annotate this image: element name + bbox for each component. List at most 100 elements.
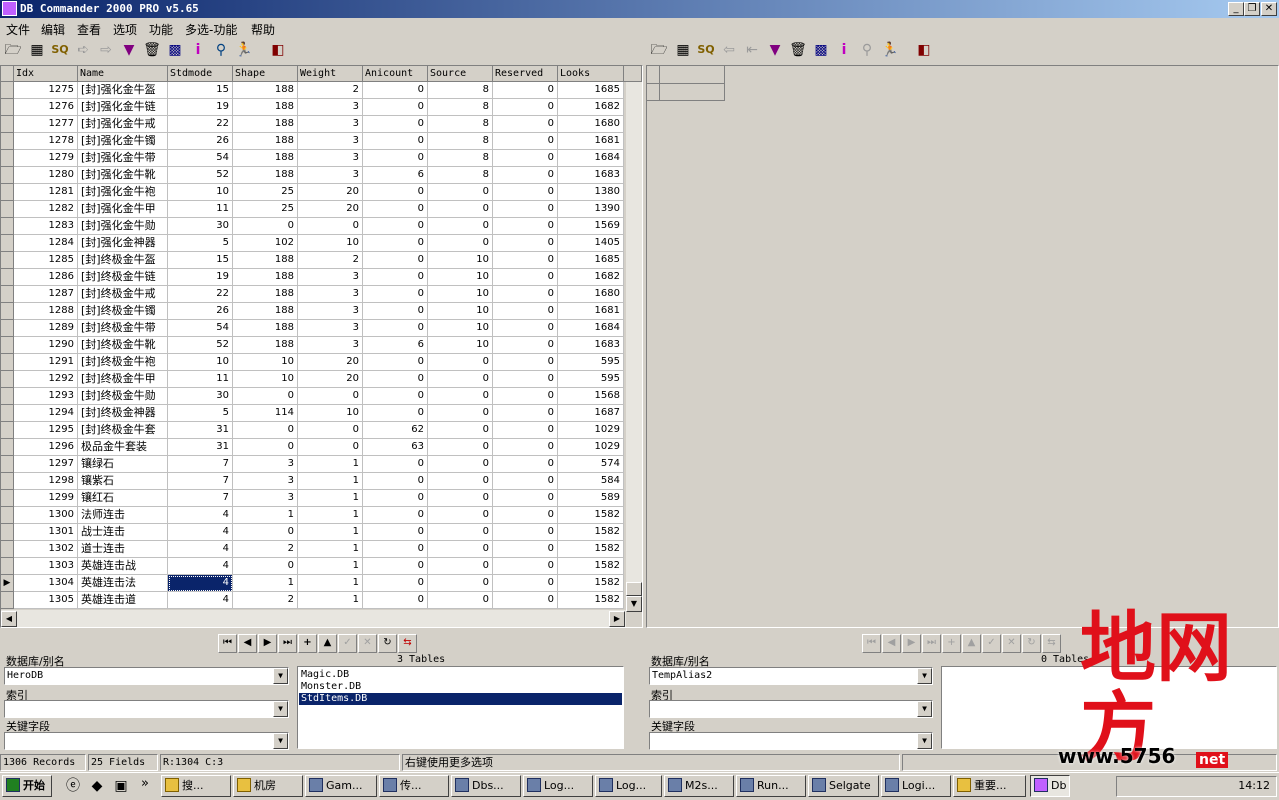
start-button[interactable]: 开始 xyxy=(2,775,52,797)
cell-name[interactable]: 镶绿石 xyxy=(78,456,168,473)
prior-record-button[interactable]: ◀ xyxy=(238,634,257,653)
cell-weight[interactable]: 3 xyxy=(298,116,363,133)
cell-source[interactable]: 0 xyxy=(428,575,493,592)
cell-reserved[interactable]: 0 xyxy=(493,456,558,473)
cell-idx[interactable]: 1305 xyxy=(14,592,78,609)
cell-anicount[interactable]: 63 xyxy=(363,439,428,456)
cell-weight[interactable]: 3 xyxy=(298,133,363,150)
task-button[interactable]: Log... xyxy=(595,775,662,797)
menu-multi-functions[interactable]: 多选-功能 xyxy=(185,21,237,38)
quicklaunch-icon[interactable]: ◆ xyxy=(88,776,106,796)
cell-looks[interactable]: 1685 xyxy=(558,252,624,269)
right-index-select[interactable]: ▼ xyxy=(649,700,933,718)
sql-icon-right[interactable]: SQ xyxy=(697,40,715,60)
col-header-name[interactable]: Name xyxy=(78,66,168,82)
cell-looks[interactable]: 1582 xyxy=(558,507,624,524)
col-header-shape[interactable]: Shape xyxy=(233,66,298,82)
row-indicator[interactable] xyxy=(1,99,14,116)
table-row[interactable]: 1297 镶绿石 7 3 1 0 0 0 574 xyxy=(1,456,624,473)
cell-reserved[interactable]: 0 xyxy=(493,218,558,235)
table-row[interactable]: 1295 [封]终极金牛套 31 0 0 62 0 0 1029 xyxy=(1,422,624,439)
col-header-reserved[interactable]: Reserved xyxy=(493,66,558,82)
cell-name[interactable]: [封]强化金牛靴 xyxy=(78,167,168,184)
cell-weight[interactable]: 0 xyxy=(298,388,363,405)
table-icon[interactable]: ▦ xyxy=(28,40,46,60)
table-row[interactable]: 1277 [封]强化金牛戒 22 188 3 0 8 0 1680 xyxy=(1,116,624,133)
cell-stdmode[interactable]: 31 xyxy=(168,439,233,456)
cell-weight[interactable]: 10 xyxy=(298,235,363,252)
cell-source[interactable]: 10 xyxy=(428,320,493,337)
cell-source[interactable]: 0 xyxy=(428,558,493,575)
right-filter-nav-button[interactable]: ⇆ xyxy=(1042,634,1061,653)
cell-shape[interactable]: 3 xyxy=(233,456,298,473)
cell-idx[interactable]: 1285 xyxy=(14,252,78,269)
row-indicator[interactable] xyxy=(1,558,14,575)
scroll-left-button[interactable]: ◀ xyxy=(1,611,17,627)
cell-anicount[interactable]: 0 xyxy=(363,116,428,133)
right-refresh-button[interactable]: ↻ xyxy=(1022,634,1041,653)
trash-icon[interactable]: 🗑 xyxy=(143,40,161,60)
cell-idx[interactable]: 1294 xyxy=(14,405,78,422)
cell-weight[interactable]: 20 xyxy=(298,371,363,388)
cell-anicount[interactable]: 0 xyxy=(363,541,428,558)
cell-reserved[interactable]: 0 xyxy=(493,337,558,354)
menu-functions[interactable]: 功能 xyxy=(149,21,173,38)
cell-name[interactable]: [封]终极金牛镯 xyxy=(78,303,168,320)
cell-source[interactable]: 8 xyxy=(428,167,493,184)
cell-weight[interactable]: 1 xyxy=(298,592,363,609)
table-row[interactable]: 1278 [封]强化金牛镯 26 188 3 0 8 0 1681 xyxy=(1,133,624,150)
search-icon[interactable]: ⚲ xyxy=(212,40,230,60)
cell-reserved[interactable]: 0 xyxy=(493,439,558,456)
cell-source[interactable]: 0 xyxy=(428,541,493,558)
row-indicator[interactable] xyxy=(1,456,14,473)
right-data-grid[interactable] xyxy=(646,65,1279,628)
table-row[interactable]: 1303 英雄连击战 4 0 1 0 0 0 1582 xyxy=(1,558,624,575)
cell-stdmode[interactable]: 15 xyxy=(168,252,233,269)
right-last-record-button[interactable]: ⏭ xyxy=(922,634,941,653)
right-delete-button[interactable]: ▲ xyxy=(962,634,981,653)
cell-reserved[interactable]: 0 xyxy=(493,99,558,116)
cell-reserved[interactable]: 0 xyxy=(493,405,558,422)
cell-stdmode[interactable]: 5 xyxy=(168,235,233,252)
row-indicator[interactable] xyxy=(1,507,14,524)
cell-anicount[interactable]: 0 xyxy=(363,286,428,303)
cell-idx[interactable]: 1277 xyxy=(14,116,78,133)
cell-name[interactable]: [封]强化金牛链 xyxy=(78,99,168,116)
cell-looks[interactable]: 1582 xyxy=(558,541,624,558)
arrow-left-icon[interactable]: ⇦ xyxy=(720,40,738,60)
cell-shape[interactable]: 188 xyxy=(233,133,298,150)
cell-looks[interactable]: 1685 xyxy=(558,82,624,99)
cell-weight[interactable]: 1 xyxy=(298,490,363,507)
filter-icon[interactable]: ▼ xyxy=(120,40,138,60)
cell-weight[interactable]: 2 xyxy=(298,252,363,269)
row-indicator[interactable] xyxy=(1,405,14,422)
left-key-select[interactable]: ▼ xyxy=(4,732,289,750)
cell-shape[interactable]: 188 xyxy=(233,320,298,337)
title-bar[interactable]: DB Commander 2000 PRO v5.65 _ ❐ ✕ xyxy=(0,0,1279,18)
cell-weight[interactable]: 1 xyxy=(298,456,363,473)
cell-idx[interactable]: 1278 xyxy=(14,133,78,150)
cell-anicount[interactable]: 0 xyxy=(363,405,428,422)
cell-weight[interactable]: 3 xyxy=(298,150,363,167)
cell-shape[interactable]: 188 xyxy=(233,82,298,99)
right-next-record-button[interactable]: ▶ xyxy=(902,634,921,653)
right-key-select[interactable]: ▼ xyxy=(649,732,933,750)
cell-looks[interactable]: 1582 xyxy=(558,524,624,541)
cell-reserved[interactable]: 0 xyxy=(493,558,558,575)
task-button[interactable]: Dbs... xyxy=(451,775,521,797)
cell-reserved[interactable]: 0 xyxy=(493,592,558,609)
table-row[interactable]: 1298 镶紫石 7 3 1 0 0 0 584 xyxy=(1,473,624,490)
vertical-scrollbar[interactable]: ▼ xyxy=(626,82,642,612)
cell-stdmode[interactable]: 4 xyxy=(168,541,233,558)
cell-source[interactable]: 0 xyxy=(428,507,493,524)
cell-shape[interactable]: 3 xyxy=(233,473,298,490)
cell-idx[interactable]: 1295 xyxy=(14,422,78,439)
cell-shape[interactable]: 188 xyxy=(233,116,298,133)
cell-name[interactable]: [封]强化金牛盔 xyxy=(78,82,168,99)
cell-idx[interactable]: 1291 xyxy=(14,354,78,371)
horizontal-scrollbar[interactable]: ◀ ▶ xyxy=(1,610,626,627)
cell-shape[interactable]: 0 xyxy=(233,558,298,575)
cell-reserved[interactable]: 0 xyxy=(493,252,558,269)
export-icon[interactable]: ⇨ xyxy=(97,40,115,60)
right-post-button[interactable]: ✓ xyxy=(982,634,1001,653)
